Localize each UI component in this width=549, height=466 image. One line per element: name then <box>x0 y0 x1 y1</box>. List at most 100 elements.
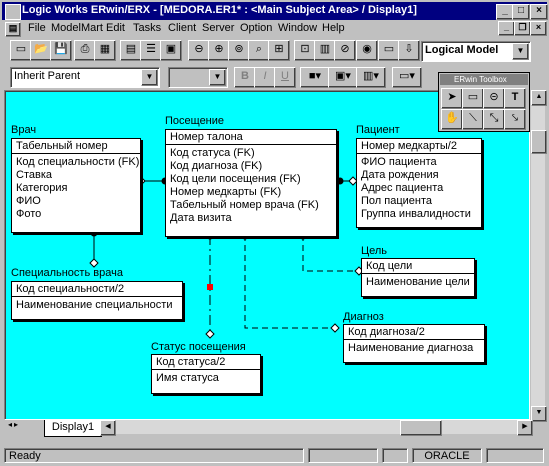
scroll-up-icon[interactable]: ▲ <box>531 90 547 106</box>
line-color-icon[interactable]: ▥▾ <box>356 67 386 88</box>
rel-diagnoz-poseshenie <box>244 235 335 329</box>
entity-poseshenie[interactable]: Номер талона Код статуса (FK) Код диагно… <box>165 129 337 237</box>
rel-dot <box>336 177 344 185</box>
app-icon[interactable] <box>5 4 21 20</box>
erwin-toolbox[interactable]: ERwin Toolbox ➤ ▭ ⊝ T ✋ ⟍ ⤡ ⤥ <box>438 72 530 132</box>
menu-file[interactable]: File <box>28 22 46 34</box>
forward-engineer-icon[interactable]: ⇩ <box>398 40 420 61</box>
bold-button[interactable]: B <box>234 67 256 88</box>
vertical-scrollbar[interactable]: ▲ ▼ <box>531 90 547 422</box>
entity-name-poseshenie: Посещение <box>165 115 225 127</box>
entity-specialnost[interactable]: Код специальности/2 Наименование специал… <box>11 281 183 320</box>
identifying-rel-icon[interactable]: ⟍ <box>462 109 484 130</box>
entity-cel[interactable]: Код цели Наименование цели <box>361 258 475 297</box>
font-select[interactable]: Inherit Parent ▼ <box>10 67 160 88</box>
maximize-button[interactable]: □ <box>512 4 530 20</box>
vertical-scroll-thumb[interactable] <box>531 130 547 154</box>
model-icon[interactable]: ▭ <box>378 40 400 61</box>
text-tool-icon[interactable]: T <box>504 88 526 109</box>
menu-modelmart[interactable]: ModelMart <box>51 22 103 34</box>
non-identifying-rel-icon[interactable]: ⤥ <box>504 109 526 130</box>
line-style-icon[interactable]: ▭▾ <box>392 67 422 88</box>
new-icon[interactable]: ▭ <box>10 40 32 61</box>
model-view-select[interactable]: Logical Model ▼ <box>421 41 531 62</box>
zoom-in-icon[interactable]: ⊕ <box>208 40 230 61</box>
close-button[interactable]: × <box>530 4 548 20</box>
entity-attribute: ФИО пациента <box>361 156 437 168</box>
diagram-canvas[interactable]: Врач Табельный номер Код специальности (… <box>4 90 530 420</box>
rel-cel-poseshenie <box>302 235 359 272</box>
scroll-down-icon[interactable]: ▼ <box>531 406 547 422</box>
menu-client[interactable]: Client <box>168 22 196 34</box>
zoom-all-icon[interactable]: ⊞ <box>268 40 290 61</box>
pointer-icon[interactable]: ➤ <box>441 88 463 109</box>
italic-button[interactable]: I <box>254 67 276 88</box>
many-to-many-rel-icon[interactable]: ⤡ <box>483 109 505 130</box>
scroll-left-icon[interactable]: ◀ <box>100 420 116 436</box>
menu-server[interactable]: Server <box>202 22 234 34</box>
entity-tool-icon[interactable]: ▭ <box>462 88 484 109</box>
attribute-display-icon[interactable]: ☰ <box>140 40 162 61</box>
tab-display1[interactable]: Display1 <box>44 420 102 437</box>
stored-display-icon[interactable]: ▥ <box>314 40 336 61</box>
tab-strip: ◂ ▸ Display1 <box>4 420 102 438</box>
pen-color-icon[interactable]: ▣▾ <box>328 67 358 88</box>
doc-close-button[interactable]: × <box>530 21 547 36</box>
print-icon[interactable]: ⎙ <box>74 40 96 61</box>
menu-tasks[interactable]: Tasks <box>133 22 161 34</box>
entity-attribute: Имя статуса <box>156 372 219 384</box>
zoom-fit-icon[interactable]: ⊚ <box>228 40 250 61</box>
zoom-out-icon[interactable]: ⊖ <box>188 40 210 61</box>
zoom-normal-icon[interactable]: ⌕ <box>248 40 270 61</box>
horizontal-scrollbar[interactable]: ◀ ▶ <box>100 420 533 436</box>
browse-icon[interactable]: ⊘ <box>334 40 356 61</box>
entity-name-cel: Цель <box>361 245 388 257</box>
hand-icon[interactable]: ✋ <box>441 109 463 130</box>
category-tool-icon[interactable]: ⊝ <box>483 88 505 109</box>
entity-attribute: Код специальности (FK) <box>16 156 140 168</box>
report-icon[interactable]: ▦ <box>94 40 116 61</box>
document-icon[interactable]: ▤ <box>5 22 21 37</box>
doc-minimize-button[interactable]: _ <box>498 21 515 36</box>
chevron-down-icon[interactable]: ▼ <box>209 69 226 86</box>
chevron-down-icon[interactable]: ▼ <box>512 43 529 60</box>
menu-window[interactable]: Window <box>278 22 317 34</box>
entity-name-status: Статус посещения <box>151 341 246 353</box>
globe-icon[interactable]: ◉ <box>356 40 378 61</box>
entity-vrach[interactable]: Табельный номер Код специальности (FK) С… <box>11 138 141 233</box>
title-bar[interactable]: Logic Works ERwin/ERX - [MEDORA.ER1* : <… <box>2 2 548 20</box>
entity-pacient[interactable]: Номер медкарты/2 ФИО пациента Дата рожде… <box>356 138 482 228</box>
entity-status[interactable]: Код статуса/2 Имя статуса <box>151 354 261 394</box>
entity-key: Код статуса/2 <box>152 355 260 370</box>
database-label: ORACLE <box>412 448 482 463</box>
entity-key: Код специальности/2 <box>12 282 182 297</box>
status-bar: Ready ORACLE <box>2 446 547 464</box>
subject-area-icon[interactable]: ⊡ <box>294 40 316 61</box>
scroll-right-icon[interactable]: ▶ <box>517 420 533 436</box>
window-title: Logic Works ERwin/ERX - [MEDORA.ER1* : <… <box>22 4 417 16</box>
underline-button[interactable]: U <box>274 67 296 88</box>
definition-display-icon[interactable]: ▣ <box>160 40 182 61</box>
menu-help[interactable]: Help <box>322 22 345 34</box>
entity-attribute: Номер медкарты (FK) <box>170 186 282 198</box>
entity-attribute: Дата рождения <box>361 169 439 181</box>
entity-display-icon[interactable]: ▤ <box>120 40 142 61</box>
entity-attribute: Дата визита <box>170 212 232 224</box>
menu-option[interactable]: Option <box>240 22 272 34</box>
horizontal-scroll-thumb[interactable] <box>400 420 442 436</box>
toolbox-title[interactable]: ERwin Toolbox <box>440 74 528 85</box>
tab-scroll-right-icon[interactable]: ▸ <box>14 420 20 434</box>
chevron-down-icon[interactable]: ▼ <box>141 69 158 86</box>
entity-attribute: Табельный номер врача (FK) <box>170 199 319 211</box>
menu-edit[interactable]: Edit <box>106 22 125 34</box>
save-icon[interactable]: 💾 <box>50 40 72 61</box>
entity-attribute: ФИО <box>16 195 41 207</box>
entity-diagnoz[interactable]: Код диагноза/2 Наименование диагноза <box>343 324 485 363</box>
entity-attribute: Код диагноза (FK) <box>170 160 263 172</box>
entity-attribute: Группа инвалидности <box>361 208 471 220</box>
size-select[interactable]: ▼ <box>168 67 228 88</box>
entity-attribute: Наименование специальности <box>16 299 173 311</box>
doc-restore-button[interactable]: ❐ <box>514 21 531 36</box>
open-icon[interactable]: 📂 <box>30 40 52 61</box>
fill-color-icon[interactable]: ■▾ <box>300 67 330 88</box>
